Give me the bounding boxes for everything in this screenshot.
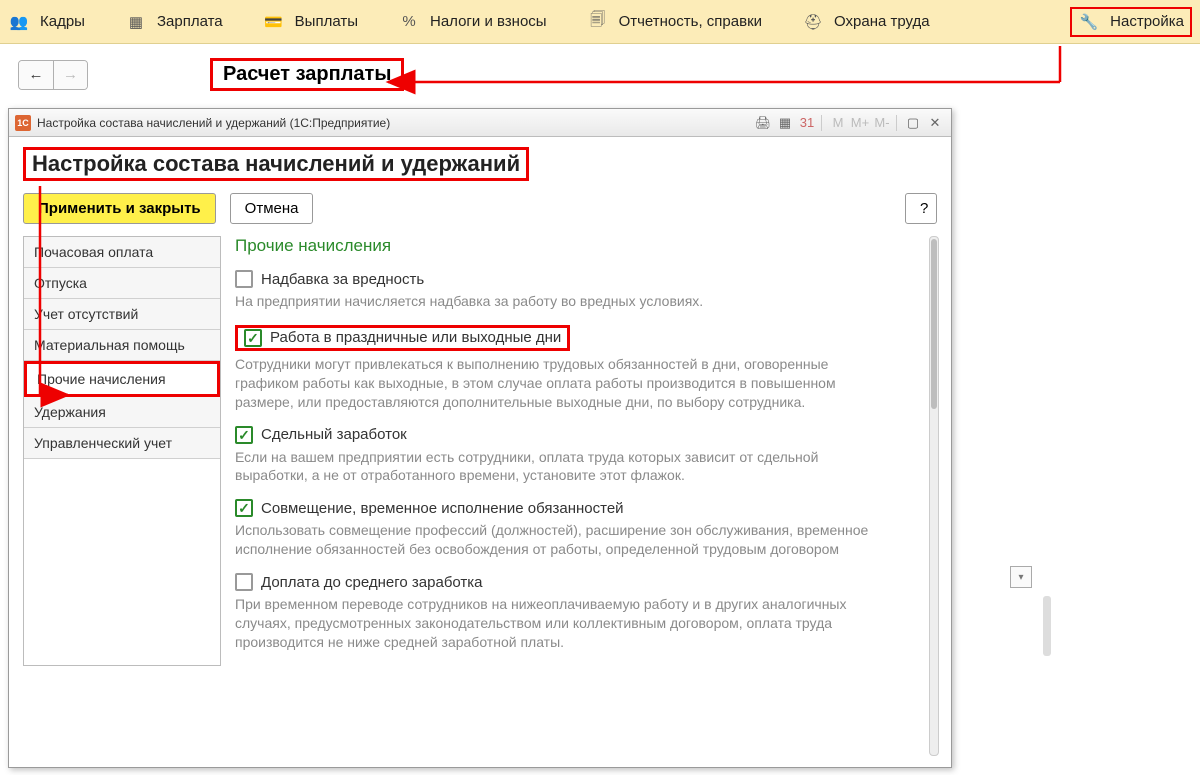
option-label: Сдельный заработок [261, 426, 407, 443]
window-icon[interactable]: ▢ [903, 114, 923, 132]
separator [821, 115, 822, 131]
sidebar-item-aid[interactable]: Материальная помощь [24, 330, 220, 361]
sidebar-item-hourly[interactable]: Почасовая оплата [24, 237, 220, 268]
calendar-icon[interactable]: 31 [797, 114, 817, 132]
nav-label: Налоги и взносы [430, 13, 547, 30]
cancel-button[interactable]: Отмена [230, 193, 314, 224]
option-desc: Использовать совмещение профессий (должн… [235, 521, 875, 559]
option-desc: Если на вашем предприятии есть сотрудник… [235, 448, 875, 486]
window-title: Настройка состава начислений и удержаний… [37, 116, 390, 130]
scrollbar-thumb[interactable] [931, 239, 937, 409]
nav-row: ← → Расчет зарплаты [0, 44, 1200, 101]
nav-arrows: ← → [18, 60, 88, 90]
mplus-icon[interactable]: M+ [850, 114, 870, 132]
option-combine: Совмещение, временное исполнение обязанн… [235, 499, 923, 559]
dialog-body: Настройка состава начислений и удержаний… [9, 137, 951, 676]
calculator-icon: ▦ [125, 11, 147, 33]
wrench-icon: 🔧 [1078, 11, 1100, 33]
help-button[interactable]: ? [905, 193, 937, 224]
panes: Почасовая оплата Отпуска Учет отсутствий… [23, 236, 937, 666]
checkbox-hazard[interactable] [235, 270, 253, 288]
option-label: Работа в праздничные или выходные дни [270, 329, 561, 346]
settings-dialog: 1C Настройка состава начислений и удержа… [8, 108, 952, 768]
print-icon[interactable]: 🖨 [753, 114, 773, 132]
checkbox-avg[interactable] [235, 573, 253, 591]
app-1c-icon: 1C [15, 115, 31, 131]
nav-label: Отчетность, справки [619, 13, 762, 30]
grid-icon[interactable]: ▦ [775, 114, 795, 132]
checkbox-piecework[interactable] [235, 426, 253, 444]
scrollbar[interactable] [929, 236, 939, 756]
nav-vyplaty[interactable]: 💳 Выплаты [263, 11, 358, 33]
nav-fwd-button[interactable]: → [53, 61, 87, 89]
nav-nastroika[interactable]: 🔧 Настройка [1070, 7, 1192, 37]
nav-label: Зарплата [157, 13, 223, 30]
nav-kadry[interactable]: 👥 Кадры [8, 11, 85, 33]
sidebar-item-other[interactable]: Прочие начисления [24, 361, 220, 397]
helmet-icon: ⛑ [802, 11, 824, 33]
external-dropdown-icon[interactable]: ▾ [1010, 566, 1032, 588]
option-desc: На предприятии начисляется надбавка за р… [235, 292, 875, 311]
button-row: Применить и закрыть Отмена ? [23, 193, 937, 224]
section-title: Прочие начисления [235, 236, 923, 256]
option-desc: Сотрудники могут привлекаться к выполнен… [235, 355, 875, 412]
nav-label: Кадры [40, 13, 85, 30]
sidebar-item-vacation[interactable]: Отпуска [24, 268, 220, 299]
breadcrumb: Расчет зарплаты [210, 58, 404, 91]
sidebar: Почасовая оплата Отпуска Учет отсутствий… [23, 236, 221, 666]
nav-zarplata[interactable]: ▦ Зарплата [125, 11, 223, 33]
option-label: Совмещение, временное исполнение обязанн… [261, 500, 624, 517]
mminus-icon[interactable]: M- [872, 114, 892, 132]
apply-close-button[interactable]: Применить и закрыть [23, 193, 216, 224]
option-holiday: Работа в праздничные или выходные дни Со… [235, 325, 923, 412]
option-piecework: Сдельный заработок Если на вашем предпри… [235, 426, 923, 486]
m-icon[interactable]: M [828, 114, 848, 132]
nav-label: Выплаты [295, 13, 358, 30]
nav-nalogi[interactable]: % Налоги и взносы [398, 11, 547, 33]
card-icon: 💳 [263, 11, 285, 33]
close-icon[interactable]: ✕ [925, 114, 945, 132]
percent-icon: % [398, 11, 420, 33]
option-label: Надбавка за вредность [261, 271, 424, 288]
external-scrollbar[interactable] [1043, 596, 1051, 656]
option-avg: Доплата до среднего заработка При времен… [235, 573, 923, 652]
checkbox-holiday[interactable] [244, 329, 262, 347]
dialog-titlebar: 1C Настройка состава начислений и удержа… [9, 109, 951, 137]
nav-ohrana[interactable]: ⛑ Охрана труда [802, 11, 930, 33]
top-nav: 👥 Кадры ▦ Зарплата 💳 Выплаты % Налоги и … [0, 0, 1200, 44]
content-pane: Прочие начисления Надбавка за вредность … [235, 236, 937, 666]
report-icon: 🗐 [587, 11, 609, 33]
sidebar-item-deduct[interactable]: Удержания [24, 397, 220, 428]
nav-label: Охрана труда [834, 13, 930, 30]
sidebar-item-mgmt[interactable]: Управленческий учет [24, 428, 220, 459]
option-label: Доплата до среднего заработка [261, 574, 483, 591]
option-hazard: Надбавка за вредность На предприятии нач… [235, 270, 923, 311]
people-icon: 👥 [8, 11, 30, 33]
nav-back-button[interactable]: ← [19, 61, 53, 89]
sidebar-item-absence[interactable]: Учет отсутствий [24, 299, 220, 330]
checkbox-combine[interactable] [235, 499, 253, 517]
nav-otchet[interactable]: 🗐 Отчетность, справки [587, 11, 762, 33]
dialog-heading: Настройка состава начислений и удержаний [23, 147, 529, 181]
nav-label: Настройка [1110, 13, 1184, 30]
separator [896, 115, 897, 131]
option-desc: При временном переводе сотрудников на ни… [235, 595, 875, 652]
